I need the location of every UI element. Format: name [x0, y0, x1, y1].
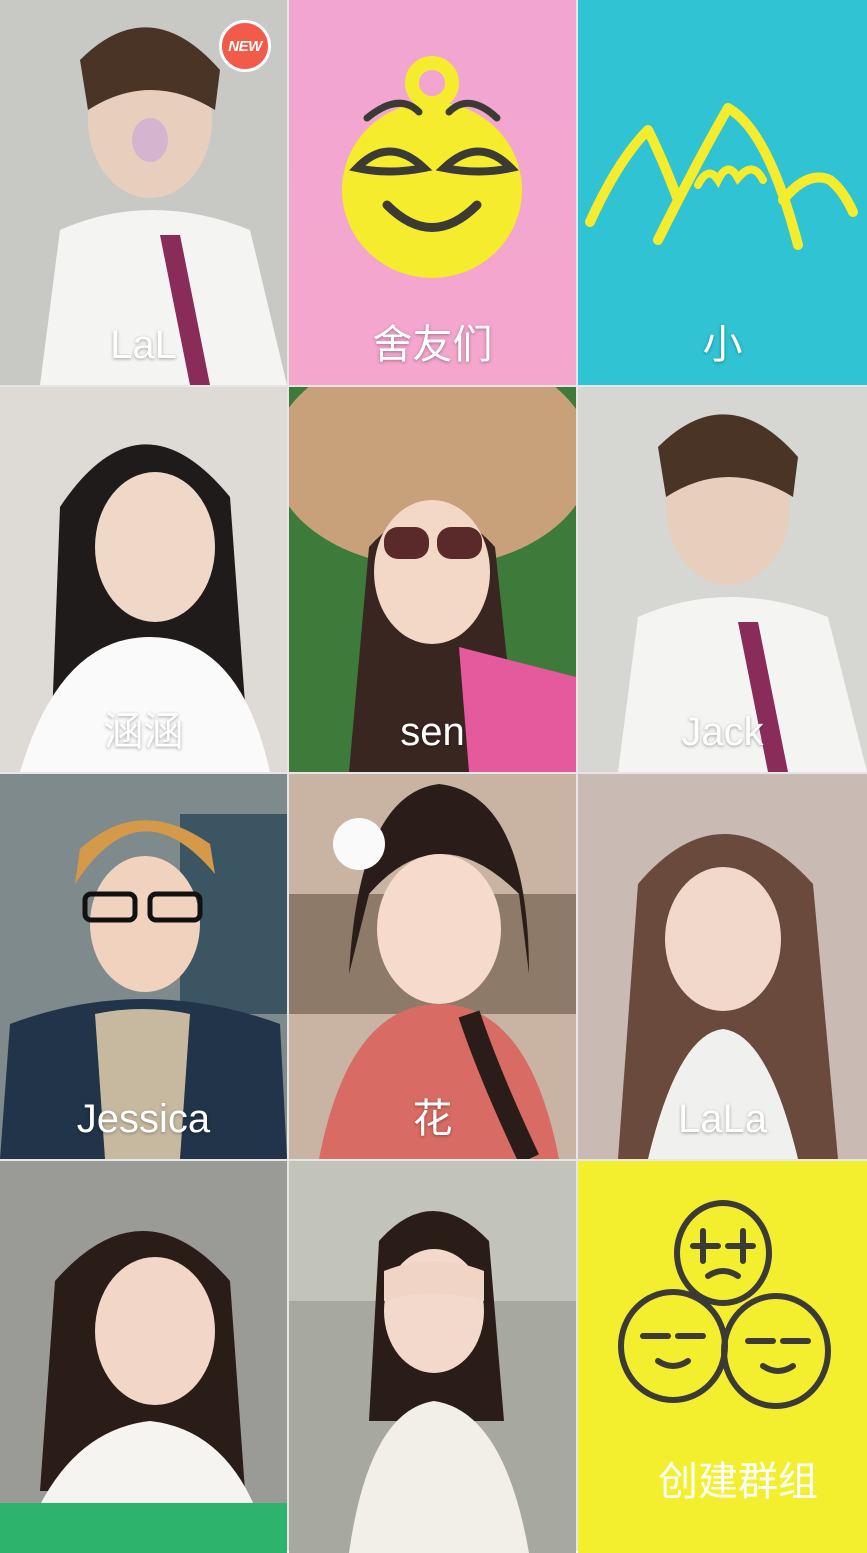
contact-name: Jack — [681, 710, 764, 754]
contact-name: 涵涵 — [103, 710, 184, 754]
contact-tile-dorm[interactable]: 舍友们 — [289, 0, 576, 385]
contact-name: LaL — [110, 323, 177, 367]
create-group-label: 创建群组 — [658, 1460, 818, 1504]
contact-name — [0, 1479, 287, 1546]
contact-tile-hua[interactable]: 花 — [289, 774, 576, 1159]
contact-tile-11[interactable] — [289, 1161, 576, 1553]
contact-name — [289, 1479, 576, 1546]
contact-name: LaLa — [678, 1097, 767, 1141]
contact-name: 花 — [412, 1097, 453, 1141]
contact-tile-xiao[interactable]: 小 — [578, 0, 867, 385]
contact-name: sen — [400, 710, 465, 754]
contact-tile-sen[interactable]: sen — [289, 387, 576, 772]
create-group-tile[interactable]: 创建群组 — [578, 1161, 867, 1553]
new-badge-icon: NEW — [219, 20, 271, 72]
contact-tile-jack[interactable]: Jack — [578, 387, 867, 772]
contact-tile-jessica[interactable]: Jessica — [0, 774, 287, 1159]
contact-name: 舍友们 — [372, 323, 493, 367]
contact-tile-lala[interactable]: LaLa — [578, 774, 867, 1159]
contact-tile-10[interactable] — [0, 1161, 287, 1553]
contact-tile-hanhan[interactable]: 涵涵 — [0, 387, 287, 772]
contact-tile-lal[interactable]: NEW LaL — [0, 0, 287, 385]
contact-name: Jessica — [76, 1097, 211, 1141]
contact-grid: NEW LaL 舍友们 小 涵涵 sen Jack Jessica 花 LaLa… — [0, 0, 867, 1553]
contact-name: 小 — [702, 323, 743, 367]
